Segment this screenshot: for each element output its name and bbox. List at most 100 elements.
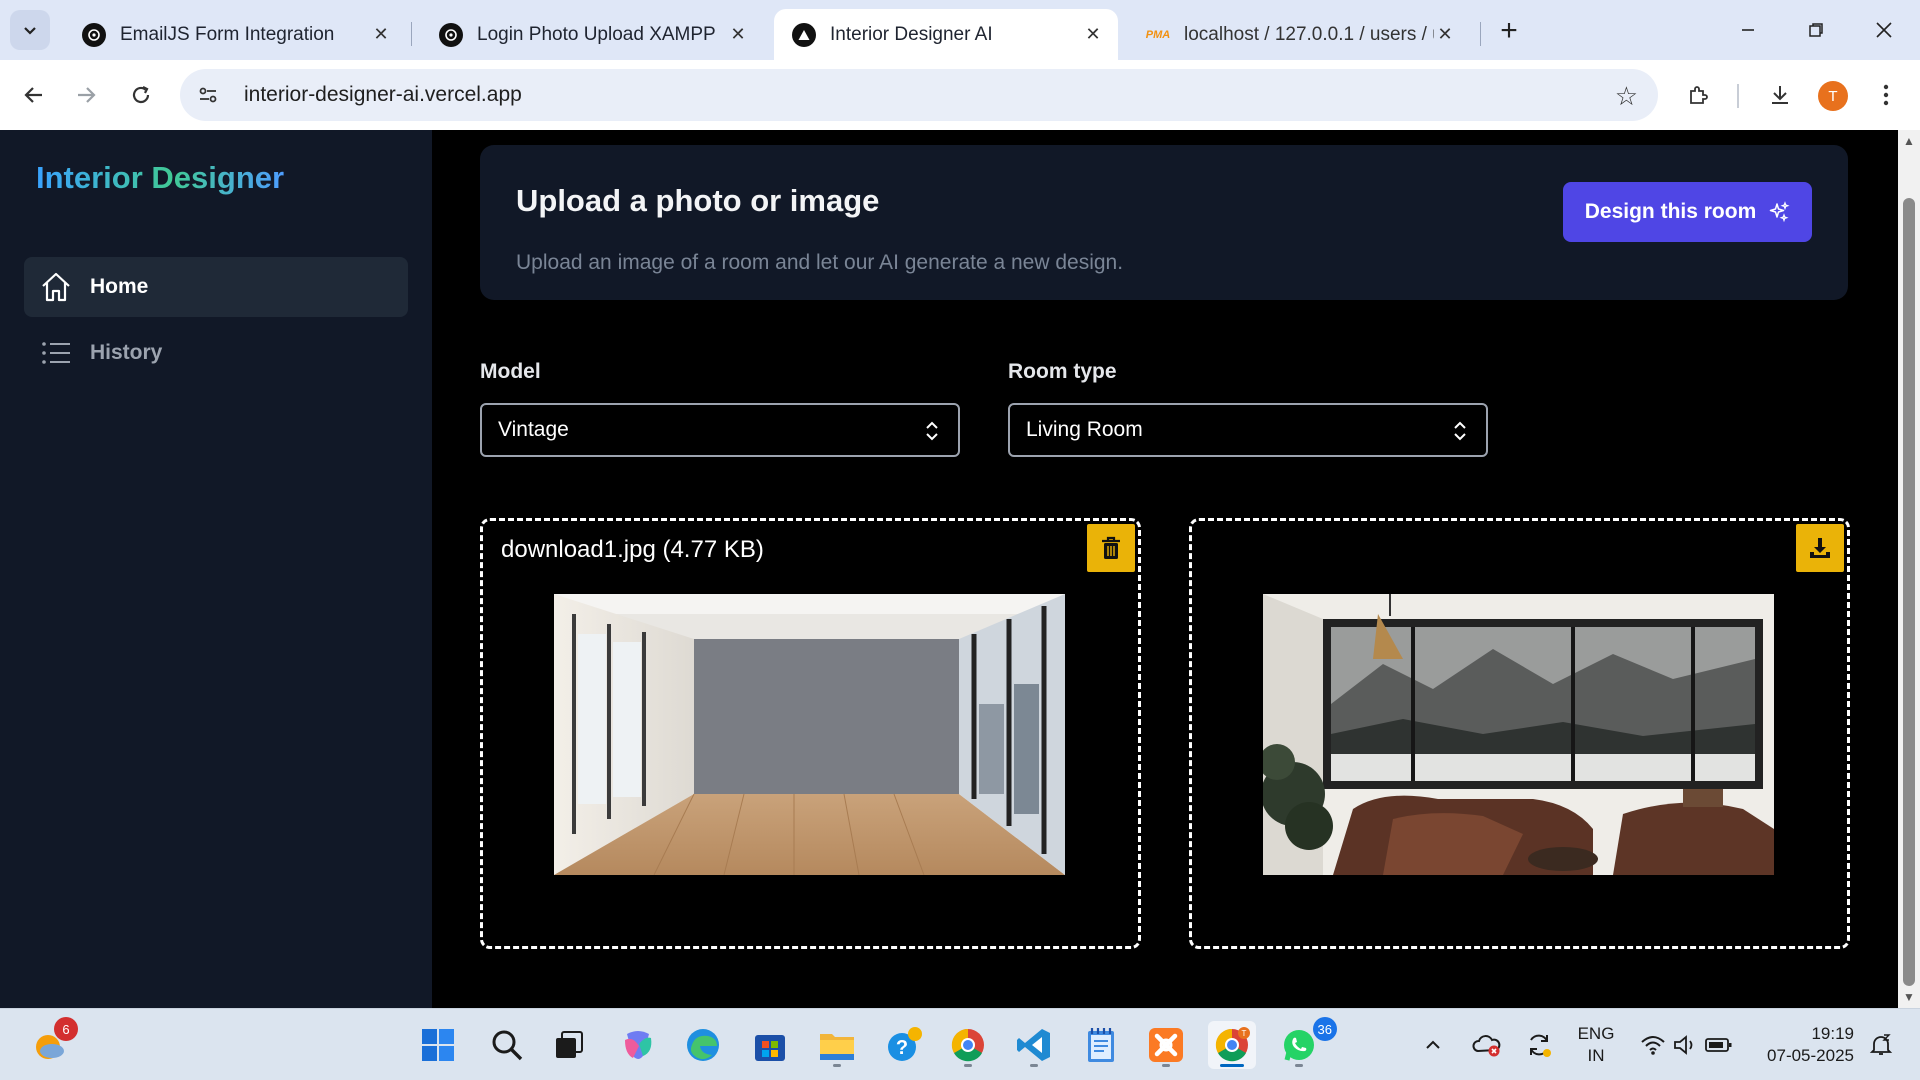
restore-icon: [1809, 23, 1823, 37]
onedrive-status[interactable]: [1470, 1021, 1504, 1069]
close-window-button[interactable]: [1866, 12, 1902, 48]
vscode-button[interactable]: [1010, 1021, 1058, 1069]
tray-overflow-button[interactable]: [1418, 1021, 1448, 1069]
extensions-button[interactable]: [1680, 77, 1716, 113]
download-icon: [1810, 538, 1830, 558]
whatsapp-icon: [1284, 1030, 1314, 1061]
close-icon[interactable]: ✕: [1082, 24, 1104, 46]
search-icon: [492, 1030, 523, 1061]
model-label: Model: [480, 360, 541, 383]
sidebar-item-home[interactable]: Home: [24, 257, 408, 317]
notepad-button[interactable]: [1077, 1021, 1125, 1069]
browser-toolbar: interior-designer-ai.vercel.app ☆ T: [0, 60, 1920, 130]
clock-time: 19:19: [1811, 1024, 1854, 1043]
download-image-button[interactable]: [1796, 524, 1844, 572]
page-scrollbar[interactable]: ▲ ▼: [1898, 130, 1920, 1008]
arrow-left-icon: [24, 87, 42, 103]
profile-avatar[interactable]: T: [1818, 81, 1848, 111]
new-tab-button[interactable]: +: [1492, 14, 1526, 48]
chrome-button[interactable]: [944, 1021, 992, 1069]
clock[interactable]: 19:19 07-05-2025: [1758, 1023, 1854, 1067]
reload-icon: [132, 86, 150, 104]
reload-button[interactable]: [123, 77, 159, 113]
page-subtitle: Upload an image of a room and let our AI…: [516, 251, 1124, 274]
tab-separator: [1480, 22, 1481, 46]
task-view-icon: [556, 1031, 583, 1058]
svg-text:T: T: [1242, 1029, 1247, 1038]
restore-button[interactable]: [1798, 12, 1834, 48]
clock-date: 07-05-2025: [1767, 1046, 1854, 1065]
back-button[interactable]: [16, 77, 52, 113]
running-indicator: [1162, 1064, 1170, 1067]
copilot-button[interactable]: [614, 1021, 662, 1069]
sidebar: Interior Designer Home History: [0, 130, 432, 1008]
input-language-indicator[interactable]: ENG IN: [1570, 1023, 1622, 1067]
forward-button[interactable]: [68, 77, 104, 113]
site-settings-icon[interactable]: [188, 75, 228, 115]
tab-phpmyadmin[interactable]: PMA localhost / 127.0.0.1 / users / us ✕: [1128, 9, 1470, 60]
tab-separator: [411, 22, 412, 46]
language-label: ENG: [1577, 1024, 1615, 1043]
quick-settings-button[interactable]: [1632, 1021, 1742, 1069]
scroll-down-arrow-icon[interactable]: ▼: [1902, 990, 1916, 1004]
close-icon[interactable]: ✕: [727, 24, 749, 46]
file-name-label: download1.jpg (4.77 KB): [501, 536, 764, 563]
puzzle-icon: [1690, 86, 1708, 104]
copilot-icon: [625, 1031, 652, 1059]
bookmark-star-icon[interactable]: ☆: [1615, 81, 1638, 112]
store-button[interactable]: [746, 1021, 794, 1069]
address-bar[interactable]: interior-designer-ai.vercel.app ☆: [180, 69, 1658, 121]
help-app-button[interactable]: ?: [880, 1021, 928, 1069]
tab-title: Interior Designer AI: [830, 23, 993, 45]
chrome-profile-button[interactable]: T: [1208, 1021, 1256, 1069]
model-select-value: Vintage: [498, 418, 569, 441]
room-type-label: Room type: [1008, 360, 1117, 383]
model-select[interactable]: Vintage: [480, 403, 960, 457]
whatsapp-button[interactable]: 36: [1275, 1017, 1337, 1069]
app-brand[interactable]: Interior Designer: [36, 160, 284, 196]
output-image-panel[interactable]: [1189, 518, 1850, 949]
minimize-icon: [1742, 29, 1754, 31]
phpmyadmin-favicon-icon: PMA: [1145, 28, 1171, 41]
design-room-button[interactable]: Design this room: [1563, 182, 1812, 242]
browser-menu-button[interactable]: [1868, 77, 1904, 113]
vercel-favicon-icon: [792, 22, 816, 47]
home-icon: [38, 269, 74, 305]
start-button[interactable]: [414, 1021, 462, 1069]
weather-widget[interactable]: 6: [24, 1017, 78, 1069]
taskbar-search-button[interactable]: [483, 1021, 531, 1069]
close-icon[interactable]: ✕: [1434, 24, 1456, 46]
tab-title: localhost / 127.0.0.1 / users / us: [1184, 23, 1434, 45]
edge-button[interactable]: [679, 1021, 727, 1069]
tab-interior-designer[interactable]: Interior Designer AI ✕: [774, 9, 1118, 60]
generated-room-image: [1263, 594, 1774, 875]
folder-icon: [820, 1034, 854, 1060]
tab-login-photo[interactable]: Login Photo Upload XAMPP ✕: [421, 9, 763, 60]
delete-image-button[interactable]: [1087, 524, 1135, 572]
sidebar-item-history[interactable]: History: [24, 323, 408, 383]
downloads-button[interactable]: [1762, 77, 1798, 113]
input-image-panel[interactable]: download1.jpg (4.77 KB): [480, 518, 1141, 949]
cloud-error-icon: [1472, 1035, 1501, 1057]
tab-search-button[interactable]: [10, 10, 50, 50]
list-icon: [38, 335, 74, 371]
minimize-button[interactable]: [1730, 12, 1766, 48]
close-icon[interactable]: ✕: [370, 24, 392, 46]
notepad-icon: [1088, 1028, 1114, 1062]
running-indicator: [1295, 1064, 1303, 1067]
chevron-up-down-icon: [926, 421, 938, 441]
sync-status[interactable]: [1522, 1021, 1556, 1069]
notifications-button[interactable]: [1864, 1021, 1898, 1069]
more-vertical-icon: [1883, 84, 1889, 106]
tab-emailjs[interactable]: EmailJS Form Integration ✕: [64, 9, 406, 60]
chrome-icon: [951, 1028, 984, 1062]
sidebar-item-label: History: [90, 341, 163, 364]
scrollbar-thumb[interactable]: [1903, 198, 1915, 986]
task-view-button[interactable]: [545, 1021, 593, 1069]
windows-taskbar: 6 ? T 36 ENG IN 19:19 07-05-2025: [0, 1008, 1920, 1080]
room-type-select[interactable]: Living Room: [1008, 403, 1488, 457]
file-explorer-button[interactable]: [813, 1021, 861, 1069]
sparkles-icon: [1770, 201, 1790, 223]
xampp-button[interactable]: [1142, 1021, 1190, 1069]
scroll-up-arrow-icon[interactable]: ▲: [1902, 134, 1916, 148]
